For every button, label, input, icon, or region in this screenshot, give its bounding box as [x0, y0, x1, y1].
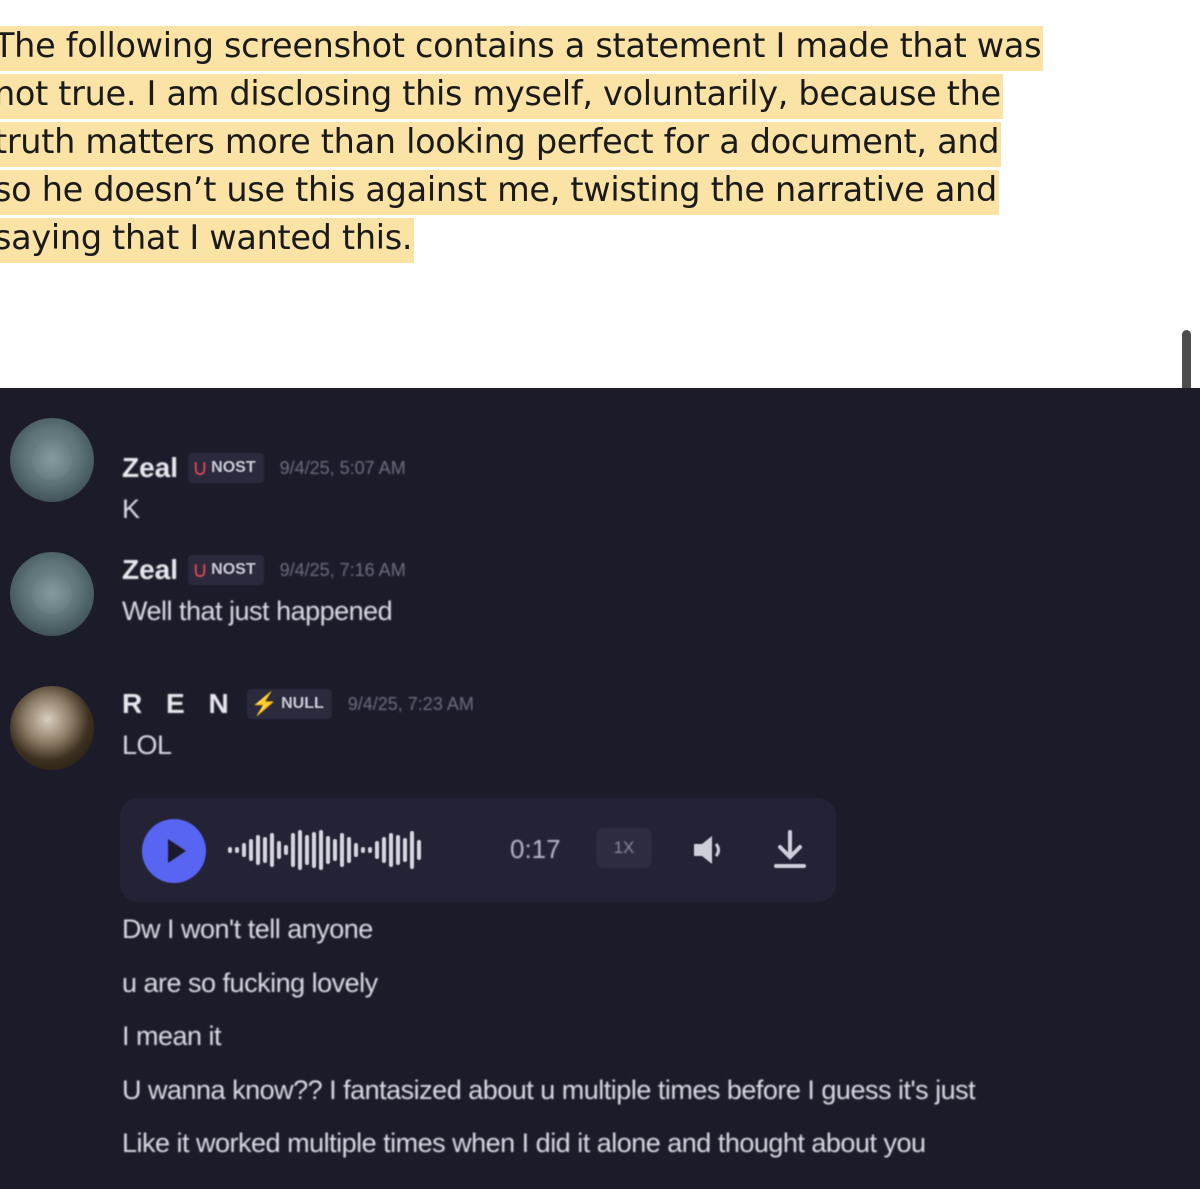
avatar[interactable]: [10, 686, 94, 770]
waveform-bar: [242, 843, 246, 857]
message-header: R E N ⚡ NULL 9/4/25, 7:23 AM: [122, 686, 474, 722]
lightning-icon: ⚡: [250, 691, 279, 716]
disclosure-line: not true. I am disclosing this myself, v…: [0, 70, 1174, 119]
message-text: I mean it: [122, 1021, 222, 1051]
waveform-bar: [354, 843, 358, 857]
message-header: Zeal ∪ NOST 9/4/25, 5:07 AM: [122, 450, 406, 486]
waveform[interactable]: [228, 828, 421, 872]
clan-tag[interactable]: ⚡ NULL: [246, 689, 332, 719]
message-text: U wanna know?? I fantasized about u mult…: [122, 1075, 976, 1105]
waveform-bar: [284, 845, 288, 855]
timestamp: 9/4/25, 7:16 AM: [279, 559, 406, 580]
waveform-bar: [396, 835, 400, 865]
waveform-bar: [417, 840, 421, 860]
disclosure-line: truth matters more than looking perfect …: [0, 118, 1174, 167]
waveform-bar: [347, 837, 351, 863]
waveform-bar: [249, 839, 253, 861]
play-button[interactable]: [142, 819, 206, 883]
clan-tag[interactable]: ∪ NOST: [188, 555, 264, 585]
waveform-bar: [410, 831, 414, 869]
timestamp: 9/4/25, 7:23 AM: [347, 693, 474, 714]
waveform-bar: [235, 847, 239, 853]
voice-message-player: 0:17 1X: [120, 798, 836, 902]
message-text: Like it worked multiple times when I did…: [122, 1128, 926, 1158]
disclosure-line: The following screenshot contains a stat…: [0, 22, 1174, 71]
username[interactable]: Zeal: [122, 554, 178, 586]
waveform-bar: [326, 836, 330, 864]
waveform-bar: [256, 835, 260, 865]
message-text: Dw I won't tell anyone: [122, 914, 373, 944]
chat-screenshot: Zeal ∪ NOST 9/4/25, 5:07 AM K Zeal ∪ NOS…: [0, 388, 1200, 1189]
message-text: Well that just happened: [122, 596, 393, 626]
waveform-bar: [305, 835, 309, 865]
clan-tag[interactable]: ∪ NOST: [188, 453, 264, 483]
disclosure-line: so he doesn’t use this against me, twist…: [0, 166, 1174, 215]
timestamp: 9/4/25, 5:07 AM: [279, 457, 406, 478]
waveform-bar: [375, 841, 379, 859]
waveform-bar: [277, 841, 281, 859]
clan-tag-label: NOST: [211, 459, 256, 476]
horseshoe-icon: ∪: [192, 455, 209, 480]
clan-tag-label: NOST: [211, 561, 256, 578]
username[interactable]: R E N: [122, 688, 237, 720]
avatar[interactable]: [10, 552, 94, 636]
playback-speed-button[interactable]: 1X: [596, 828, 652, 868]
volume-icon[interactable]: [688, 830, 728, 870]
audio-duration: 0:17: [510, 834, 561, 864]
waveform-bar: [270, 833, 274, 867]
message-text: u are so fucking lovely: [122, 968, 378, 998]
clan-tag-label: NULL: [281, 695, 324, 712]
waveform-bar: [382, 837, 386, 863]
message-header: Zeal ∪ NOST 9/4/25, 7:16 AM: [122, 552, 406, 588]
waveform-bar: [389, 833, 393, 867]
document-page: The following screenshot contains a stat…: [0, 0, 1200, 388]
waveform-bar: [403, 838, 407, 862]
disclosure-line: saying that I wanted this.: [0, 214, 1174, 263]
waveform-bar: [291, 833, 295, 867]
waveform-bar: [312, 832, 316, 868]
disclosure-paragraph: The following screenshot contains a stat…: [0, 22, 1174, 263]
waveform-bar: [340, 833, 344, 867]
waveform-bar: [333, 839, 337, 861]
waveform-bar: [298, 830, 302, 870]
waveform-bar: [228, 847, 232, 853]
waveform-bar: [361, 847, 365, 853]
username[interactable]: Zeal: [122, 452, 178, 484]
download-icon[interactable]: [770, 828, 810, 872]
message-text: LOL: [122, 730, 172, 760]
avatar[interactable]: [10, 418, 94, 502]
waveform-bar: [263, 837, 267, 863]
waveform-bar: [368, 847, 372, 853]
horseshoe-icon: ∪: [192, 557, 209, 582]
message-text: K: [122, 494, 140, 524]
waveform-bar: [319, 830, 323, 870]
